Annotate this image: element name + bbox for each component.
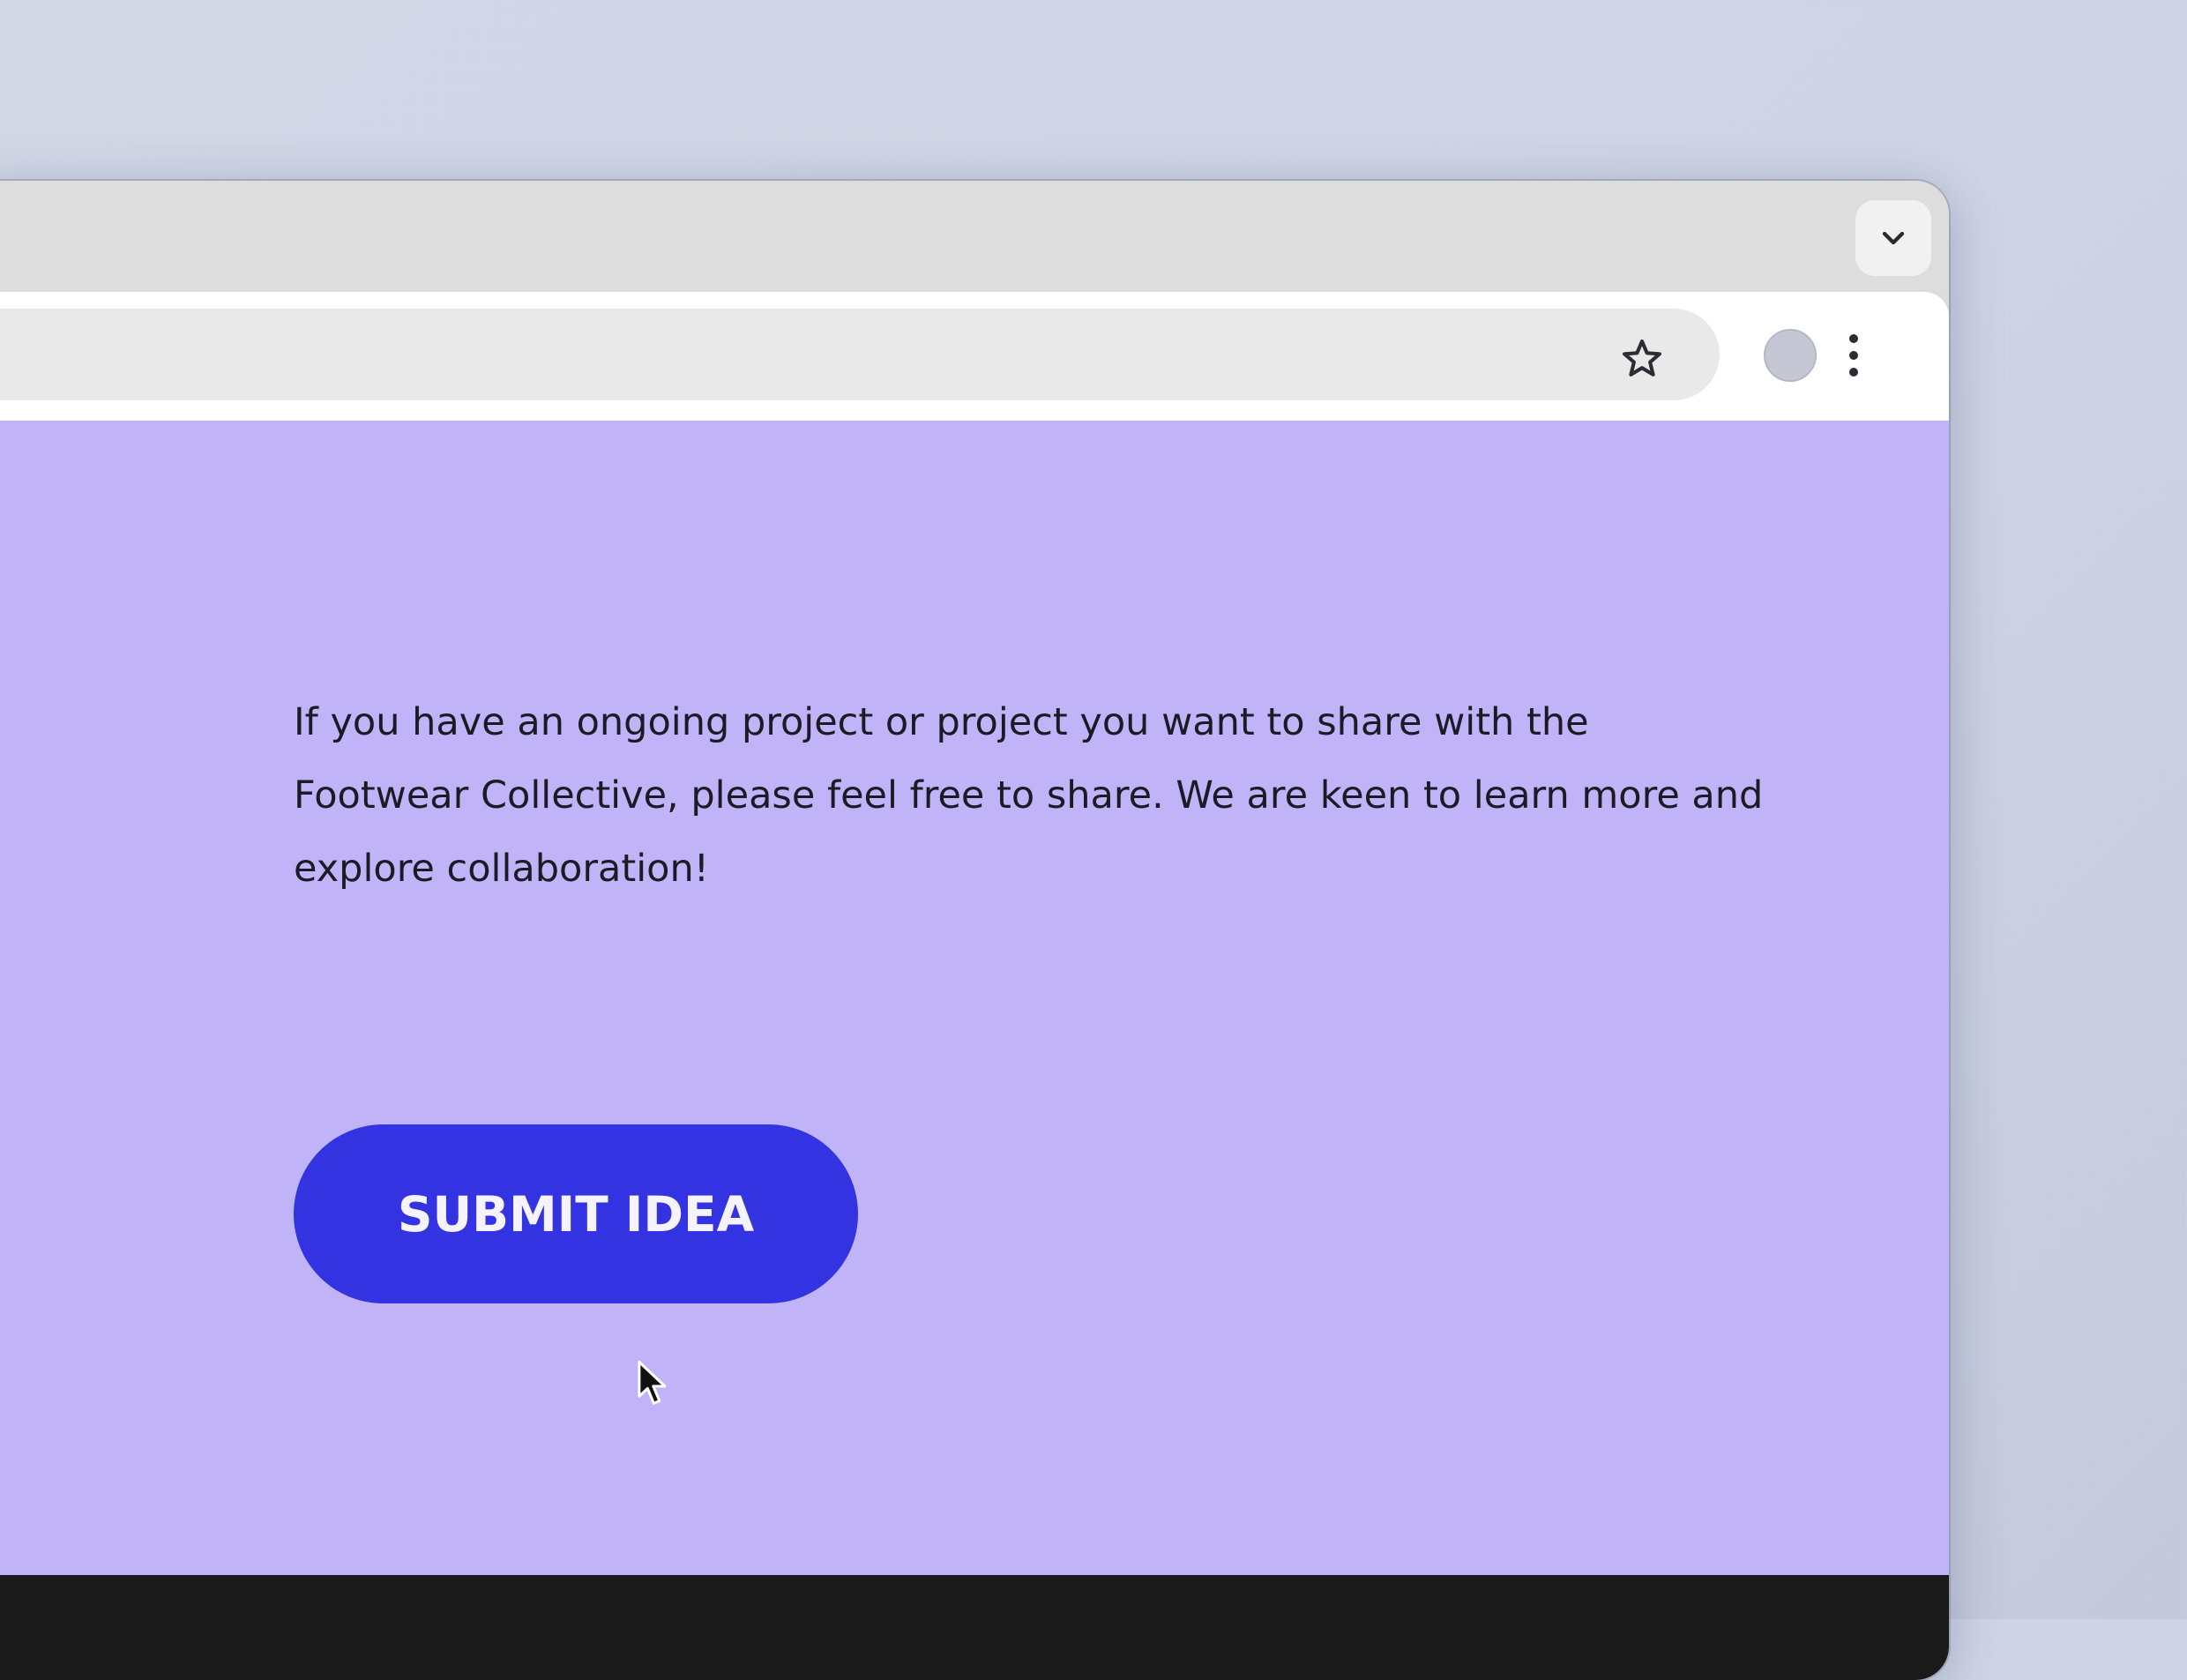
submit-idea-button[interactable]: SUBMIT IDEA <box>294 1124 858 1303</box>
three-dots-vertical-icon <box>1849 334 1858 377</box>
page-content: If you have an ongoing project or projec… <box>0 421 1949 1575</box>
address-bar[interactable] <box>0 309 1720 400</box>
tab-strip <box>0 181 1949 292</box>
browser-menu-button[interactable] <box>1836 325 1871 385</box>
chevron-down-icon <box>1882 231 1905 245</box>
star-outline-icon <box>1623 340 1661 377</box>
intro-paragraph: If you have an ongoing project or projec… <box>294 700 1764 891</box>
browser-window: If you have an ongoing project or projec… <box>0 181 1949 1680</box>
arrow-pointer-icon <box>638 1360 667 1405</box>
page-footer <box>0 1575 1949 1680</box>
profile-avatar[interactable] <box>1764 329 1817 382</box>
tab-search-button[interactable] <box>1855 200 1931 276</box>
browser-toolbar <box>0 292 1949 421</box>
bookmark-button[interactable] <box>1619 336 1665 382</box>
